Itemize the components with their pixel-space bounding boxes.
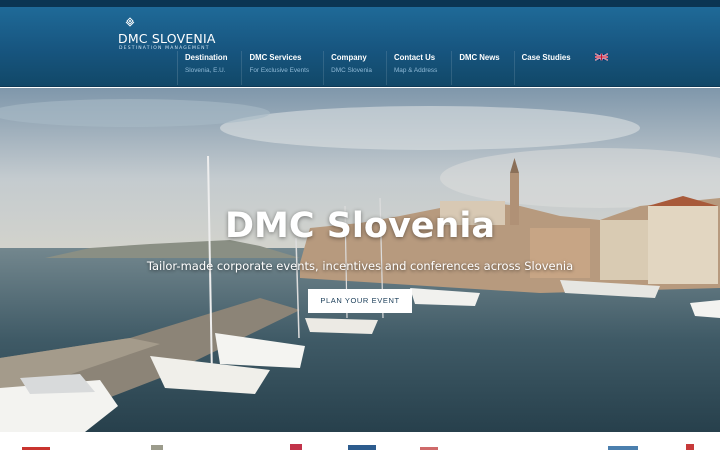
partner-logo[interactable] bbox=[608, 446, 638, 450]
nav-title: DMC News bbox=[459, 53, 500, 62]
hero-banner: DMC Slovenia Tailor-made corporate event… bbox=[0, 88, 720, 432]
logo-text: DMC SLOVENIA bbox=[118, 31, 216, 46]
nav-subtitle: For Exclusive Events bbox=[249, 67, 310, 74]
uk-flag-icon[interactable] bbox=[595, 53, 608, 61]
top-strip bbox=[0, 0, 720, 7]
nav-item-contact-us[interactable]: Contact Us Map & Address bbox=[385, 51, 451, 85]
partner-logo[interactable] bbox=[151, 445, 163, 450]
partner-logo[interactable] bbox=[290, 444, 302, 450]
hero-subtitle: Tailor-made corporate events, incentives… bbox=[146, 259, 574, 273]
nav-title: Contact Us bbox=[393, 53, 436, 62]
nav-subtitle: Slovenia, E.U. bbox=[185, 67, 226, 74]
main-nav: Destination Slovenia, E.U. DMC Services … bbox=[177, 51, 585, 85]
nav-title: Destination bbox=[185, 53, 228, 62]
partner-logo[interactable] bbox=[348, 445, 376, 450]
nav-item-destination[interactable]: Destination Slovenia, E.U. bbox=[177, 51, 241, 85]
hero-title: DMC Slovenia bbox=[224, 206, 496, 246]
nav-subtitle: Map & Address bbox=[393, 67, 438, 74]
nav-item-dmc-news[interactable]: DMC News bbox=[451, 51, 513, 85]
nav-item-case-studies[interactable]: Case Studies bbox=[513, 51, 585, 85]
partner-logo[interactable] bbox=[686, 444, 694, 450]
nav-item-company[interactable]: Company DMC Slovenia bbox=[323, 51, 386, 85]
nav-subtitle: DMC Slovenia bbox=[331, 67, 372, 74]
partner-logos-strip bbox=[0, 432, 720, 450]
nav-title: Case Studies bbox=[521, 53, 571, 62]
logo-emblem-icon bbox=[125, 17, 135, 27]
nav-title: Company bbox=[331, 53, 367, 62]
nav-item-dmc-services[interactable]: DMC Services For Exclusive Events bbox=[241, 51, 323, 85]
plan-your-event-button[interactable]: PLAN YOUR EVENT bbox=[308, 289, 412, 313]
nav-title: DMC Services bbox=[249, 53, 302, 62]
site-header: DMC SLOVENIA DESTINATION MANAGEMENT Dest… bbox=[0, 7, 720, 87]
